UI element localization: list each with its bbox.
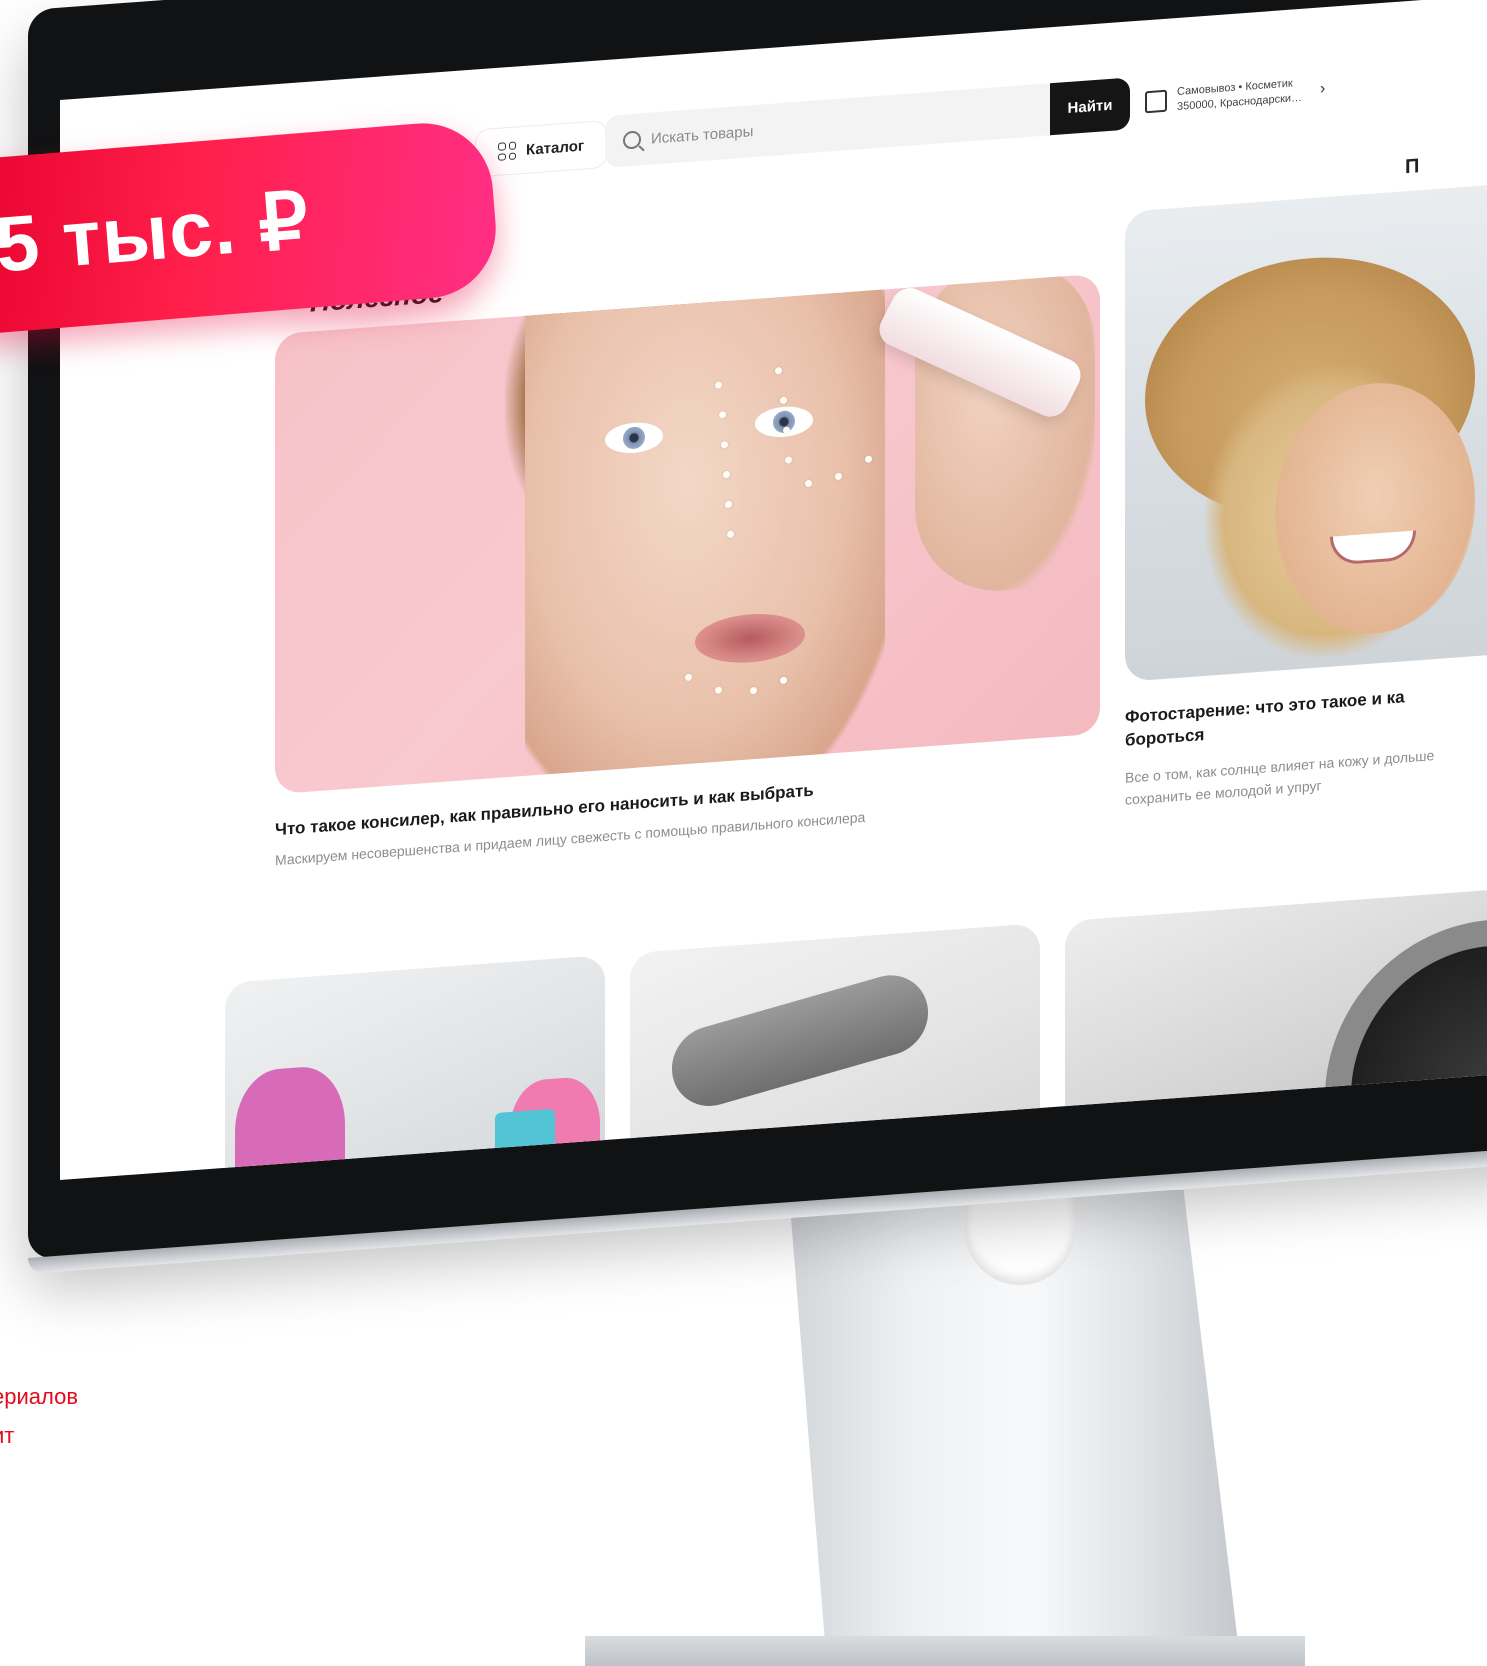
- delivery-selector[interactable]: Самовывоз • Косметик 350000, Краснодарск…: [1145, 60, 1370, 129]
- article-image-photoaging[interactable]: [1125, 175, 1487, 682]
- promo-price-text: 5 тыс. ₽: [0, 175, 313, 289]
- caption-line-1: ериалов: [0, 1384, 79, 1409]
- search-input[interactable]: Искать товары: [605, 81, 1068, 168]
- find-button[interactable]: Найти: [1050, 77, 1130, 136]
- search-icon: [623, 130, 641, 150]
- caption-line-2: ит: [0, 1422, 15, 1448]
- catalog-button[interactable]: Каталог: [475, 119, 608, 178]
- face-shape: [525, 273, 885, 795]
- caption-text: ериалов ит: [0, 1378, 78, 1455]
- chevron-right-icon: ›: [1320, 80, 1326, 98]
- catalog-label: Каталог: [526, 137, 585, 159]
- grid-icon: [498, 141, 516, 161]
- article-title[interactable]: Фотостарение: что это такое и ка боротьс…: [1125, 683, 1455, 753]
- sleep-mask-shape: [664, 965, 936, 1116]
- article-description: Все о том, как солнце влияет на кожу и д…: [1125, 747, 1435, 809]
- search-placeholder: Искать товары: [651, 122, 754, 148]
- header-cut-text: П: [1405, 155, 1420, 179]
- store-icon: [1145, 89, 1167, 114]
- article-image-concealer[interactable]: [275, 273, 1100, 795]
